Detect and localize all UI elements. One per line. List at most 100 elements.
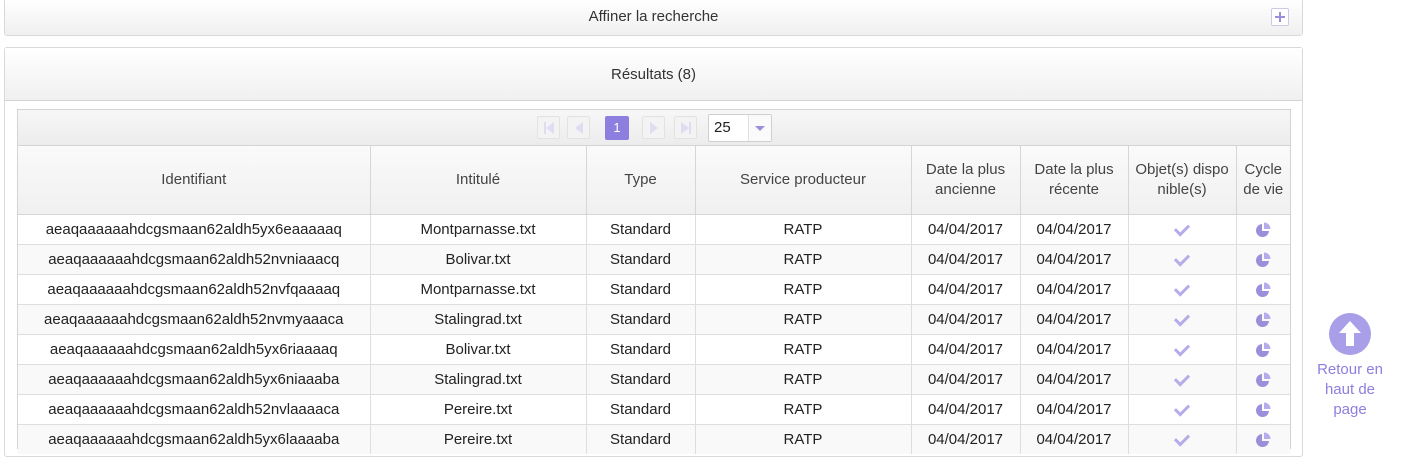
prev-page-icon (574, 121, 583, 134)
check-icon (1173, 429, 1191, 447)
cell-type: Standard (586, 274, 696, 305)
cell-available-objects (1128, 334, 1237, 365)
table-row[interactable]: aeaqaaaaaahdcgsmaan62aldh5yx6laaaaba Pere… (18, 424, 1290, 454)
check-icon (1173, 369, 1191, 387)
cell-intitule: Pereire.txt (370, 394, 587, 425)
cell-lifecycle (1236, 244, 1290, 275)
expand-plus-icon[interactable] (1271, 8, 1289, 26)
refine-search-header[interactable]: Affiner la recherche (5, 0, 1302, 35)
col-header-lifecycle[interactable]: Cycle de vie (1236, 146, 1290, 215)
cell-newest-date: 04/04/2017 (1020, 424, 1129, 454)
cell-identifiant: aeaqaaaaaahdcgsmaan62aldh52nvfqaaaaq (18, 274, 371, 305)
cell-oldest-date: 04/04/2017 (911, 214, 1021, 245)
cell-newest-date: 04/04/2017 (1020, 334, 1129, 365)
table-row[interactable]: aeaqaaaaaahdcgsmaan62aldh52nvlaaaaca Pere… (18, 394, 1290, 425)
check-icon (1173, 309, 1191, 327)
page-size-select[interactable]: 25 (708, 114, 772, 142)
pie-chart-icon[interactable] (1255, 372, 1271, 388)
last-page-button[interactable] (674, 116, 697, 139)
arrow-up-circle-icon[interactable] (1328, 312, 1372, 356)
check-icon (1173, 219, 1191, 237)
cell-available-objects (1128, 304, 1237, 335)
cell-oldest-date: 04/04/2017 (911, 364, 1021, 395)
cell-lifecycle (1236, 214, 1290, 245)
pie-chart-icon[interactable] (1255, 342, 1271, 358)
chevron-down-icon (755, 125, 765, 131)
table-row[interactable]: aeaqaaaaaahdcgsmaan62aldh5yx6riaaaaq Boli… (18, 334, 1290, 365)
pie-chart-icon[interactable] (1255, 252, 1271, 268)
results-table: Identifiant Intitulé Type Service produc… (18, 146, 1290, 454)
prev-page-button[interactable] (567, 116, 590, 139)
cell-intitule: Stalingrad.txt (370, 364, 587, 395)
cell-newest-date: 04/04/2017 (1020, 364, 1129, 395)
check-icon (1173, 249, 1191, 267)
col-header-identifiant[interactable]: Identifiant (18, 146, 371, 215)
col-header-newest-date[interactable]: Date la plus récente (1020, 146, 1129, 215)
table-row[interactable]: aeaqaaaaaahdcgsmaan62aldh52nvmyaaaca Stal… (18, 304, 1290, 335)
back-to-top-link[interactable]: Retour en haut de page (1312, 312, 1388, 420)
cell-lifecycle (1236, 424, 1290, 454)
cell-type: Standard (586, 364, 696, 395)
col-header-available-objects[interactable]: Objet(s) disponible(s) (1128, 146, 1237, 215)
cell-newest-date: 04/04/2017 (1020, 274, 1129, 305)
cell-type: Standard (586, 214, 696, 245)
cell-newest-date: 04/04/2017 (1020, 394, 1129, 425)
cell-oldest-date: 04/04/2017 (911, 424, 1021, 454)
cell-service: RATP (695, 424, 912, 454)
cell-type: Standard (586, 244, 696, 275)
cell-newest-date: 04/04/2017 (1020, 304, 1129, 335)
cell-lifecycle (1236, 394, 1290, 425)
cell-type: Standard (586, 394, 696, 425)
pie-chart-icon[interactable] (1255, 432, 1271, 448)
cell-available-objects (1128, 214, 1237, 245)
check-icon (1173, 399, 1191, 417)
table-row[interactable]: aeaqaaaaaahdcgsmaan62aldh5yx6niaaaba Stal… (18, 364, 1290, 395)
pie-chart-icon[interactable] (1255, 402, 1271, 418)
col-header-oldest-date[interactable]: Date la plus ancienne (911, 146, 1021, 215)
first-page-button[interactable] (537, 116, 560, 139)
cell-identifiant: aeaqaaaaaahdcgsmaan62aldh52nvlaaaaca (18, 394, 371, 425)
cell-service: RATP (695, 394, 912, 425)
pie-chart-icon[interactable] (1255, 222, 1271, 238)
cell-service: RATP (695, 304, 912, 335)
cell-service: RATP (695, 364, 912, 395)
cell-newest-date: 04/04/2017 (1020, 244, 1129, 275)
cell-available-objects (1128, 364, 1237, 395)
cell-intitule: Bolivar.txt (370, 334, 587, 365)
cell-service: RATP (695, 334, 912, 365)
page-size-dropdown-button[interactable] (748, 115, 771, 141)
back-to-top-label: Retour en haut de page (1317, 361, 1383, 418)
cell-oldest-date: 04/04/2017 (911, 274, 1021, 305)
current-page-button[interactable]: 1 (605, 116, 629, 140)
next-page-button[interactable] (642, 116, 665, 139)
check-icon (1173, 279, 1191, 297)
next-page-icon (649, 121, 658, 134)
table-row[interactable]: aeaqaaaaaahdcgsmaan62aldh5yx6eaaaaaq Mont… (18, 214, 1290, 245)
col-header-service[interactable]: Service producteur (695, 146, 912, 215)
col-header-type[interactable]: Type (586, 146, 696, 215)
refine-search-title: Affiner la recherche (588, 8, 719, 25)
cell-identifiant: aeaqaaaaaahdcgsmaan62aldh52nvmyaaaca (18, 304, 371, 335)
cell-identifiant: aeaqaaaaaahdcgsmaan62aldh5yx6laaaaba (18, 424, 371, 454)
cell-identifiant: aeaqaaaaaahdcgsmaan62aldh52nvniaaacq (18, 244, 371, 275)
results-grid: 1 25 Identifiant Intitulé Type Service p… (17, 109, 1291, 454)
check-icon (1173, 339, 1191, 357)
table-row[interactable]: aeaqaaaaaahdcgsmaan62aldh52nvniaaacq Boli… (18, 244, 1290, 275)
table-row[interactable]: aeaqaaaaaahdcgsmaan62aldh52nvfqaaaaq Mont… (18, 274, 1290, 305)
cell-available-objects (1128, 424, 1237, 454)
cell-intitule: Pereire.txt (370, 424, 587, 454)
cell-oldest-date: 04/04/2017 (911, 394, 1021, 425)
cell-available-objects (1128, 274, 1237, 305)
pager: 1 25 (18, 110, 1290, 146)
cell-lifecycle (1236, 364, 1290, 395)
cell-type: Standard (586, 424, 696, 454)
table-header-row: Identifiant Intitulé Type Service produc… (18, 146, 1290, 215)
pie-chart-icon[interactable] (1255, 282, 1271, 298)
cell-lifecycle (1236, 274, 1290, 305)
cell-intitule: Montparnasse.txt (370, 274, 587, 305)
cell-oldest-date: 04/04/2017 (911, 304, 1021, 335)
col-header-intitule[interactable]: Intitulé (370, 146, 587, 215)
cell-oldest-date: 04/04/2017 (911, 334, 1021, 365)
pie-chart-icon[interactable] (1255, 312, 1271, 328)
results-header: Résultats (8) (5, 48, 1302, 101)
